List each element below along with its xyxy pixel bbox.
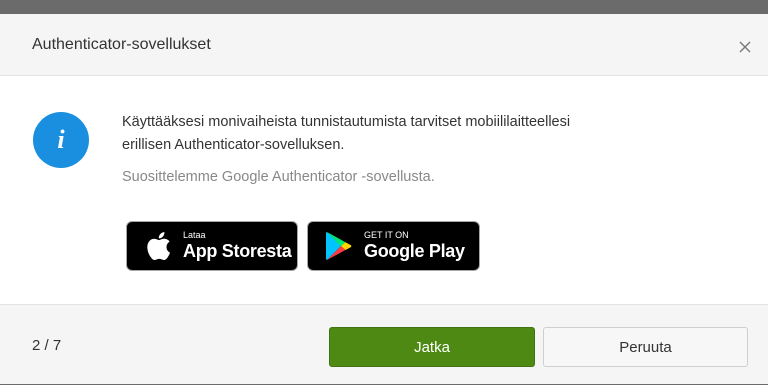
dialog-footer: 2 / 7 Jatka Peruuta [0, 304, 768, 385]
app-store-text: Lataa App Storesta [183, 230, 292, 262]
cancel-button-label: Peruuta [619, 338, 672, 356]
apple-icon [141, 229, 175, 263]
google-play-icon [322, 229, 356, 263]
close-icon [739, 41, 751, 53]
message-text: Käyttääksesi monivaiheista tunnistautumi… [122, 111, 742, 157]
app-store-large-label: App Storesta [183, 241, 292, 261]
message-line-2: erillisen Authenticator-sovelluksen. [122, 137, 345, 153]
google-play-small-label: GET IT ON [364, 230, 409, 240]
continue-button[interactable]: Jatka [329, 327, 535, 367]
authenticator-dialog: Authenticator-sovellukset i Käyttääksesi… [0, 0, 768, 385]
top-border [0, 0, 768, 14]
close-button[interactable] [733, 35, 757, 59]
dialog-header: Authenticator-sovellukset [0, 14, 768, 76]
step-counter: 2 / 7 [32, 337, 62, 354]
app-store-badge[interactable]: Lataa App Storesta [126, 221, 298, 271]
google-play-badge[interactable]: GET IT ON Google Play [307, 221, 480, 271]
cancel-button[interactable]: Peruuta [543, 327, 748, 367]
continue-button-label: Jatka [414, 338, 450, 356]
info-glyph: i [57, 125, 65, 154]
google-play-large-label: Google Play [364, 241, 465, 261]
message-line-1: Käyttääksesi monivaiheista tunnistautumi… [122, 114, 571, 130]
google-play-text: GET IT ON Google Play [364, 230, 465, 262]
dialog-title: Authenticator-sovellukset [32, 36, 211, 53]
recommendation-text: Suosittelemme Google Authenticator -sove… [122, 169, 435, 185]
info-icon: i [33, 112, 89, 168]
app-store-small-label: Lataa [183, 230, 206, 240]
dialog-body: i Käyttääksesi monivaiheista tunnistautu… [0, 76, 768, 304]
